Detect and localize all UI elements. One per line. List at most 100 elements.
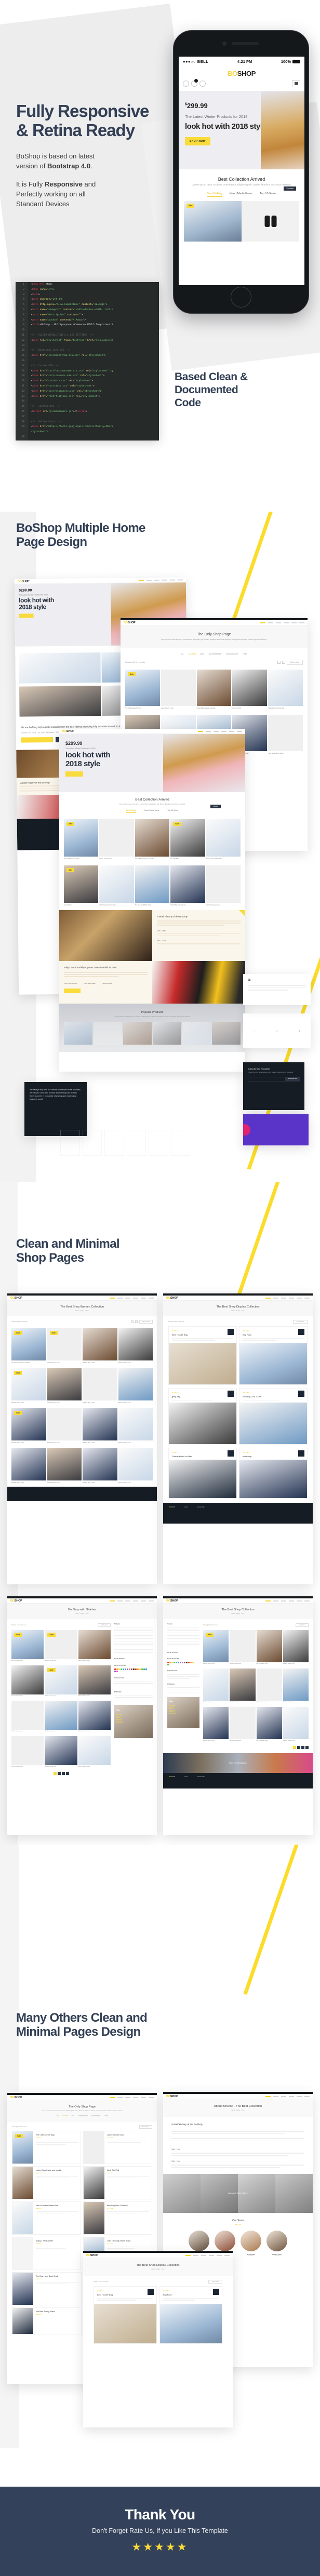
- product-cell[interactable]: Sale: [184, 201, 242, 242]
- product-card[interactable]: [161, 670, 196, 706]
- sort-select[interactable]: Sort by New: [139, 1320, 153, 1324]
- product-card[interactable]: Sale: [11, 1368, 46, 1400]
- display-card[interactable]: ★★★★☆ Best Hoodie Bag: [94, 2286, 157, 2344]
- product-card[interactable]: [47, 1448, 82, 1480]
- sort-select[interactable]: Sort by New: [295, 1623, 309, 1627]
- product-card[interactable]: [11, 1665, 44, 1694]
- product-card[interactable]: Sale: [47, 1328, 82, 1360]
- list-item[interactable]: Best Bag Stool Collection ★★★★★: [83, 2201, 152, 2235]
- mock-shop-now-button[interactable]: [65, 771, 83, 777]
- product-card[interactable]: [268, 715, 303, 751]
- subscribe-button[interactable]: Subscribe Now: [285, 1077, 300, 1082]
- card-cart-icon[interactable]: [298, 1329, 304, 1335]
- page-4[interactable]: [65, 1772, 69, 1775]
- page-3[interactable]: [301, 1746, 304, 1749]
- homepage-mockup-3[interactable]: BOSHOP $299.99 The Latest Winter Product…: [59, 729, 245, 1072]
- user-icon[interactable]: [183, 81, 189, 87]
- product-card[interactable]: [203, 1669, 229, 1701]
- list-view-icon[interactable]: [282, 661, 285, 664]
- filter-sunglasses[interactable]: SUNGLASSES: [91, 2115, 101, 2117]
- filter-hats[interactable]: HATS: [243, 653, 247, 655]
- product-card[interactable]: [196, 670, 232, 706]
- product-card[interactable]: Sale: [203, 1630, 229, 1662]
- product-card[interactable]: [11, 1701, 44, 1730]
- mock-customize-button[interactable]: [21, 737, 54, 743]
- product-card[interactable]: [170, 865, 205, 903]
- filter-accessories[interactable]: ACCESSORIES: [209, 653, 222, 655]
- list-item[interactable]: Sale The Child Special Bag ★★★★☆: [12, 2131, 81, 2164]
- mock-shop-now-button[interactable]: [19, 613, 34, 618]
- product-card[interactable]: [206, 819, 241, 857]
- card-cart-icon[interactable]: [298, 1390, 304, 1397]
- card-cart-icon[interactable]: [228, 1329, 234, 1335]
- tab-best-selling[interactable]: Best Selling: [207, 192, 222, 197]
- sidebar-heading-tags[interactable]: POPULAR TAGS: [167, 1670, 199, 1672]
- product-cell[interactable]: [242, 201, 299, 242]
- team-member[interactable]: Jennifer Bad Co-Founder: [241, 2230, 261, 2257]
- list-item[interactable]: Lather Bags Inside and outside ★★★★☆: [12, 2166, 81, 2199]
- display-collection-mockup[interactable]: BOSHOP The Best Shop Display Collection …: [83, 2251, 233, 2427]
- phone-site-logo[interactable]: BOSHOP: [179, 66, 304, 79]
- sidebar-heading-brands[interactable]: BY BRANDS: [114, 1691, 153, 1693]
- sort-select[interactable]: Sort by New: [292, 1320, 308, 1324]
- cart-icon[interactable]: [191, 79, 198, 87]
- product-card[interactable]: [283, 1669, 309, 1701]
- gallery-cell[interactable]: [19, 652, 101, 684]
- tab-hand-made[interactable]: Hand Made Items: [144, 809, 159, 813]
- page-2[interactable]: [297, 1746, 300, 1749]
- product-card[interactable]: [203, 1707, 229, 1739]
- product-card[interactable]: [99, 865, 134, 903]
- product-card[interactable]: Sale: [170, 819, 205, 857]
- rating-stars[interactable]: ★★★★★: [0, 2541, 320, 2554]
- read-more-button[interactable]: [64, 988, 81, 993]
- shop-mockup-1[interactable]: BOSHOP The Best Shop Women Collection Ho…: [7, 1293, 157, 1584]
- card-cart-icon[interactable]: [228, 1390, 234, 1397]
- product-card[interactable]: [232, 670, 268, 706]
- filter-cloths[interactable]: CLOTHS: [189, 653, 196, 655]
- product-card[interactable]: Sale: [64, 819, 99, 857]
- gallery-cell[interactable]: [19, 686, 101, 717]
- page-1[interactable]: [53, 1772, 57, 1775]
- sort-select[interactable]: Sort by New: [208, 2280, 222, 2284]
- product-card[interactable]: [256, 1630, 282, 1662]
- display-card[interactable]: ★★★★☆ grey bag: [168, 1387, 237, 1445]
- product-card[interactable]: [11, 1448, 46, 1480]
- tab-top-10[interactable]: Top 10 Items: [167, 809, 178, 813]
- product-card[interactable]: [45, 1736, 77, 1765]
- product-card[interactable]: [135, 819, 170, 857]
- sort-select[interactable]: Sort by New: [97, 1623, 111, 1627]
- page-4[interactable]: [305, 1746, 309, 1749]
- filter-sunglasses[interactable]: SUNGLASSES: [226, 653, 238, 655]
- list-view-icon[interactable]: [135, 1320, 138, 1323]
- product-card[interactable]: [47, 1368, 82, 1400]
- display-card[interactable]: ★★★★★ Bag Pack: [159, 2286, 222, 2344]
- product-card[interactable]: [99, 819, 134, 857]
- product-card[interactable]: [256, 1669, 282, 1701]
- shop-mockup-4[interactable]: BOSHOP The Best Shop Collection Home · P…: [163, 1596, 313, 1835]
- page-2[interactable]: [57, 1772, 61, 1775]
- sidebar-heading-colors[interactable]: FILTER BY COLORS: [114, 1665, 153, 1666]
- product-card[interactable]: [83, 1448, 117, 1480]
- list-item[interactable]: Mid Rise Skinny Jeans ★★★★☆: [12, 2307, 82, 2334]
- tab-hand-made[interactable]: Hand Made Items: [230, 192, 252, 197]
- filter-all[interactable]: ALL: [57, 2115, 59, 2117]
- card-cart-icon[interactable]: [213, 2289, 219, 2295]
- sidebar-heading-colors[interactable]: FILTER BY COLORS: [167, 1658, 199, 1660]
- product-card[interactable]: [118, 1328, 153, 1360]
- product-card[interactable]: [283, 1707, 309, 1739]
- list-item[interactable]: Ladies Sandle Clean ★★★★★: [83, 2131, 152, 2164]
- filter-all[interactable]: ALL: [181, 653, 184, 655]
- product-card[interactable]: [230, 1707, 256, 1739]
- shop-mockup-3-sidebar[interactable]: BOSHOP Bo Shop with Sidebar Home · Pages…: [7, 1596, 157, 1835]
- shop-now-button[interactable]: SHOP NOW: [185, 137, 210, 145]
- product-card[interactable]: [135, 865, 170, 903]
- sort-select[interactable]: Sort by New: [286, 660, 303, 665]
- product-card[interactable]: Sale: [45, 1665, 77, 1694]
- grid-view-icon[interactable]: [277, 661, 281, 664]
- product-card[interactable]: [118, 1448, 153, 1480]
- team-member[interactable]: Natasha Singh Co-Founder: [266, 2230, 287, 2257]
- product-card[interactable]: [45, 1701, 77, 1730]
- product-card[interactable]: Sale: [11, 1630, 44, 1659]
- product-card[interactable]: [230, 1669, 256, 1701]
- display-card[interactable]: ★★★☆☆ Casual shoes for Men: [168, 1448, 237, 1499]
